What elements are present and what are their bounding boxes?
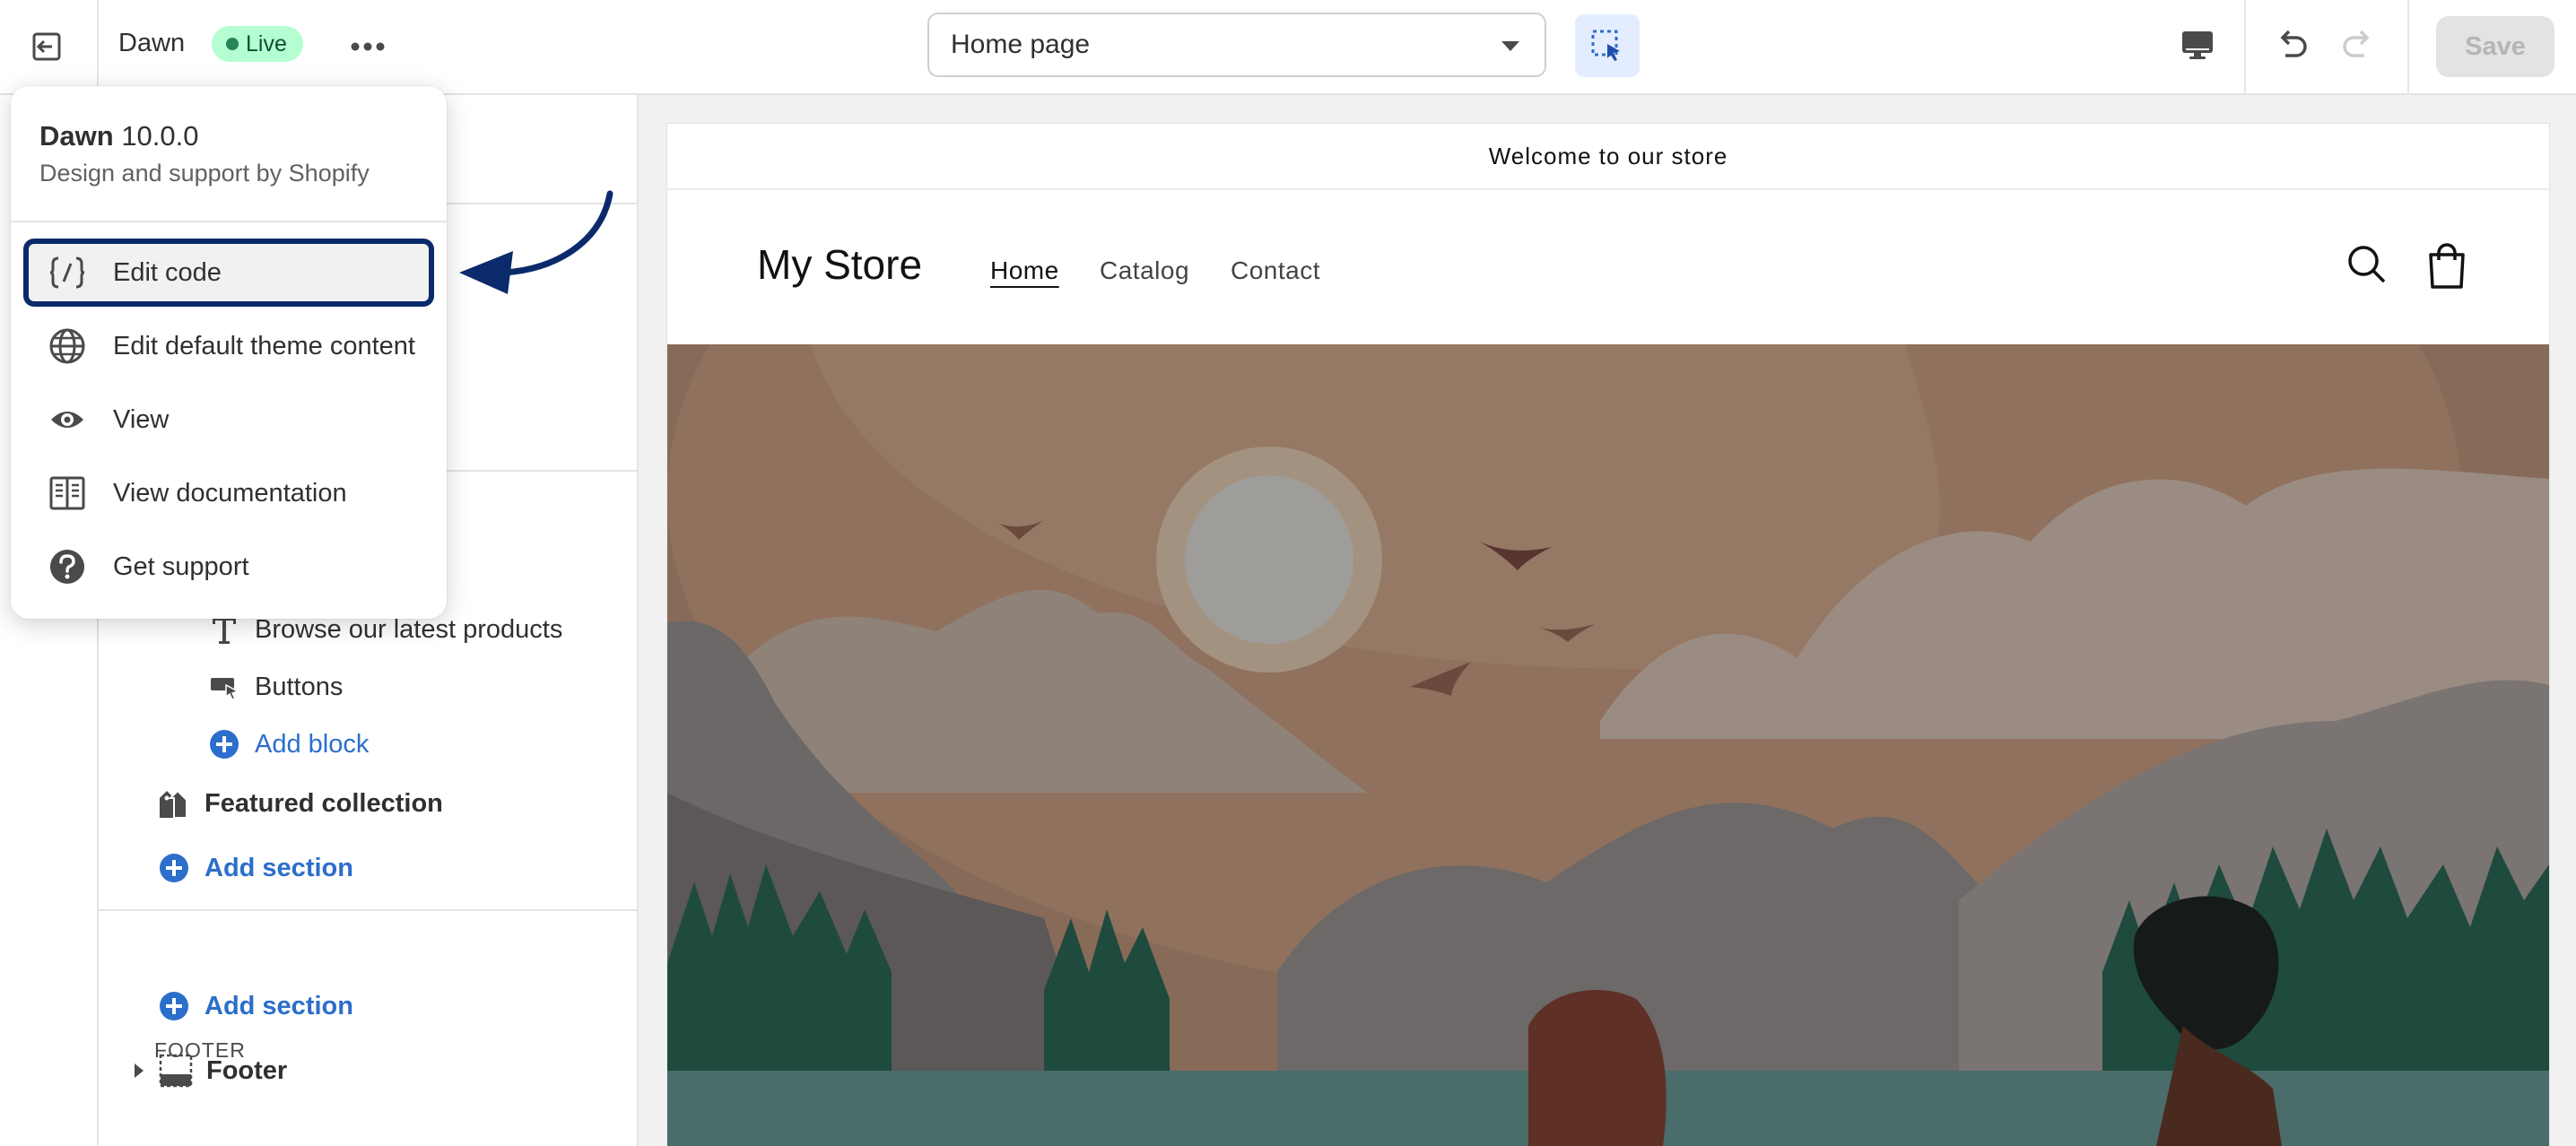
- popover-theme-subtitle: Design and support by Shopify: [39, 160, 370, 187]
- popover-theme-title: Dawn 10.0.0: [39, 120, 199, 152]
- footer-add-section-button[interactable]: Add section: [154, 986, 353, 1026]
- theme-actions-button[interactable]: [339, 22, 396, 72]
- storefront-preview[interactable]: Welcome to our store My Store Home Catal…: [667, 124, 2549, 1146]
- theme-actions-popover: Dawn 10.0.0 Design and support by Shopif…: [11, 86, 447, 619]
- section-item-featured-collection[interactable]: Featured collection: [154, 784, 443, 823]
- plus-circle-icon: [154, 986, 194, 1026]
- live-dot-icon: [226, 38, 239, 50]
- button-icon: [205, 667, 244, 707]
- section-label: Featured collection: [205, 788, 443, 818]
- store-nav-home[interactable]: Home: [990, 256, 1059, 285]
- select-cursor-icon: [1591, 30, 1620, 61]
- desktop-icon: [2182, 31, 2213, 59]
- store-logo[interactable]: My Store: [757, 240, 922, 289]
- inspector-toggle-button[interactable]: [1575, 14, 1640, 77]
- save-button[interactable]: Save: [2436, 16, 2554, 77]
- cart-bag-icon: [2429, 243, 2465, 289]
- menu-item-view[interactable]: View: [23, 386, 434, 454]
- exit-editor-button[interactable]: [18, 18, 75, 75]
- block-label: Browse our latest products: [255, 614, 563, 644]
- status-badge-label: Live: [246, 30, 287, 56]
- add-block-label: Add block: [255, 729, 370, 759]
- ellipsis-icon: [351, 42, 385, 51]
- undo-button[interactable]: [2264, 16, 2321, 74]
- theme-name: Dawn: [118, 29, 186, 57]
- question-icon: [47, 546, 88, 587]
- menu-item-label: View: [113, 404, 170, 434]
- popover-divider: [11, 221, 447, 222]
- add-section-label: Add section: [205, 853, 353, 882]
- caret-right-icon: [135, 1064, 144, 1078]
- menu-item-view-documentation[interactable]: View documentation: [23, 459, 434, 527]
- sidebar-divider: [99, 909, 637, 911]
- store-search-button[interactable]: [2341, 239, 2395, 292]
- plus-circle-icon: [205, 725, 244, 764]
- hero-illustration: [667, 344, 2549, 1146]
- store-header: My Store Home Catalog Contact: [667, 192, 2549, 344]
- eye-icon: [47, 399, 88, 440]
- redo-icon: [2343, 30, 2370, 57]
- caret-down-icon: [1501, 41, 1519, 51]
- block-label: Buttons: [255, 672, 344, 701]
- menu-item-label: Get support: [113, 551, 249, 581]
- menu-item-get-support[interactable]: Get support: [23, 533, 434, 601]
- add-section-button[interactable]: Add section: [154, 848, 353, 888]
- menu-item-edit-default-theme-content[interactable]: Edit default theme content: [23, 312, 434, 380]
- popover-theme-version: 10.0.0: [121, 120, 199, 152]
- menu-item-label: Edit default theme content: [113, 331, 415, 360]
- annotation-arrow-icon: [459, 190, 614, 294]
- add-block-button[interactable]: Add block: [205, 725, 369, 764]
- store-nav-catalog[interactable]: Catalog: [1100, 256, 1189, 285]
- code-icon: [47, 252, 88, 293]
- undo-icon: [2280, 30, 2307, 57]
- menu-item-label: View documentation: [113, 478, 347, 508]
- announcement-bar: Welcome to our store: [667, 124, 2549, 190]
- store-cart-button[interactable]: [2420, 237, 2474, 294]
- popover-theme-name: Dawn: [39, 120, 114, 152]
- globe-icon: [47, 326, 88, 367]
- plus-circle-icon: [154, 848, 194, 888]
- status-badge: Live: [212, 26, 303, 62]
- add-section-label: Add section: [205, 991, 353, 1020]
- redo-button[interactable]: [2328, 16, 2386, 74]
- collection-tag-icon: [154, 784, 194, 823]
- exit-icon: [32, 32, 61, 61]
- topbar-divider: [2407, 0, 2409, 95]
- editor-topbar: Dawn Live Home page Save: [0, 0, 2576, 95]
- footer-layout-icon: [156, 1051, 196, 1090]
- book-icon: [47, 473, 88, 514]
- section-label: Footer: [206, 1055, 288, 1085]
- page-selector-value: Home page: [951, 30, 1091, 59]
- section-item-footer[interactable]: Footer: [131, 1051, 287, 1090]
- page-selector[interactable]: Home page: [927, 13, 1546, 77]
- menu-item-label: Edit code: [113, 257, 222, 287]
- topbar-divider: [97, 0, 99, 95]
- topbar-divider: [2244, 0, 2246, 95]
- menu-item-edit-code[interactable]: Edit code: [23, 239, 434, 307]
- announcement-text: Welcome to our store: [1488, 142, 1728, 169]
- block-item-buttons[interactable]: Buttons: [205, 667, 343, 707]
- search-icon: [2348, 246, 2386, 283]
- desktop-view-button[interactable]: [2169, 16, 2226, 74]
- store-nav-contact[interactable]: Contact: [1231, 256, 1320, 285]
